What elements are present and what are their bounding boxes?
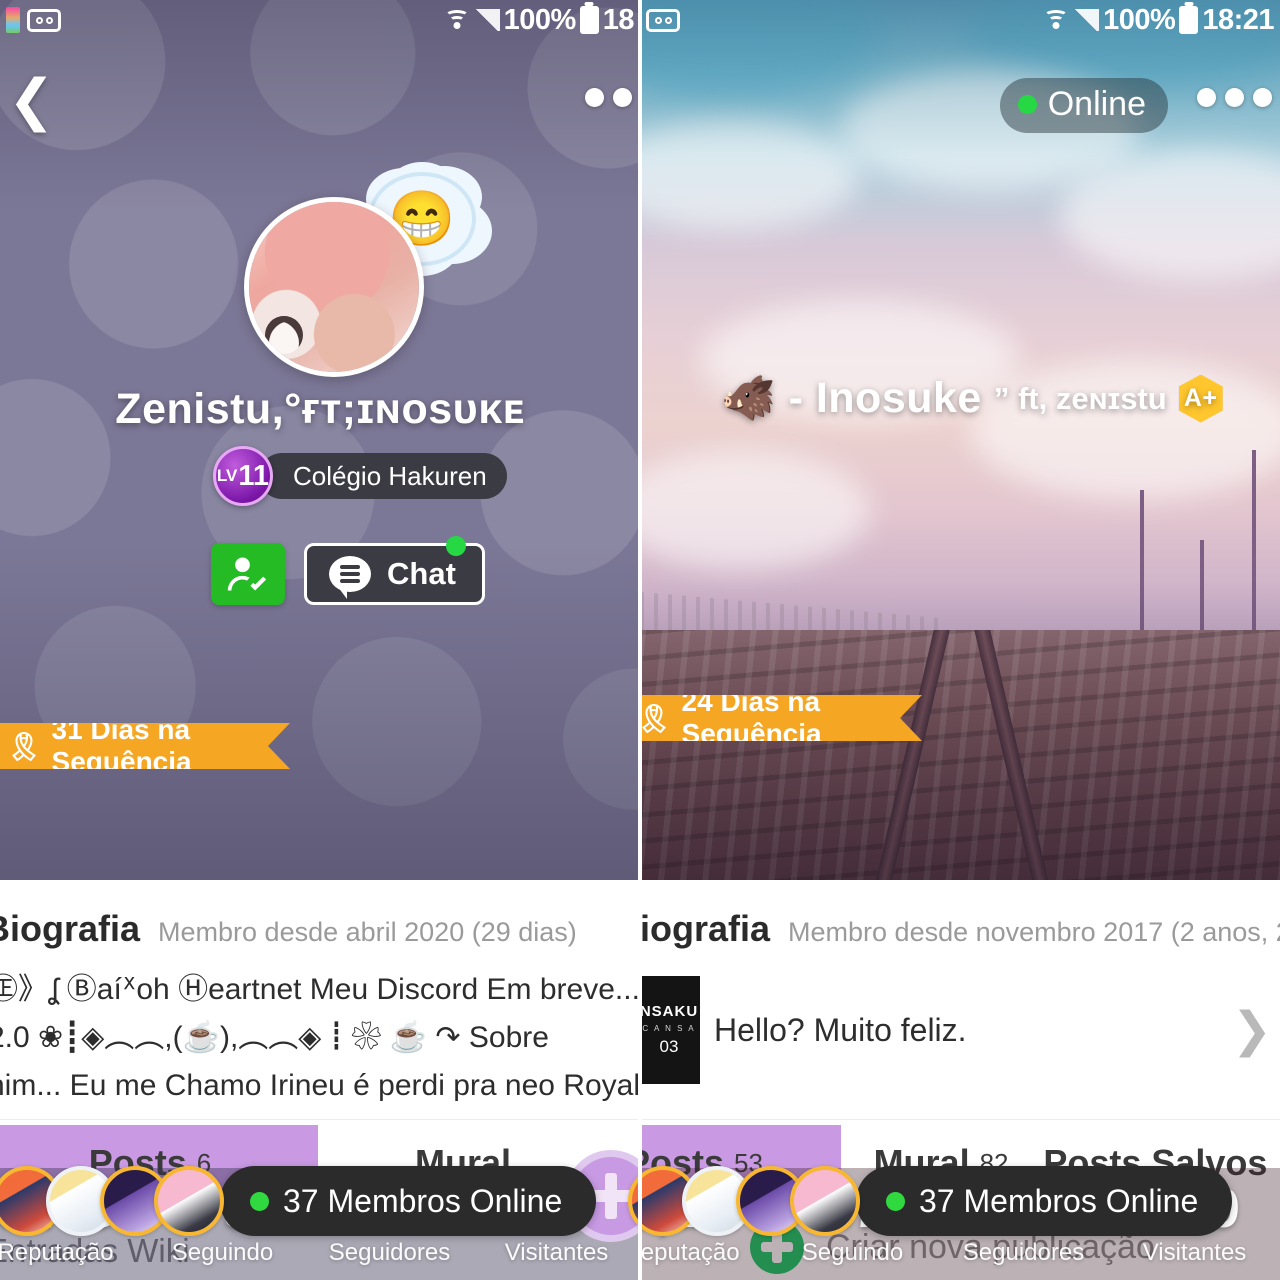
level-number: 11 xyxy=(238,459,270,492)
online-members-widget-left[interactable]: 37 Membros Online xyxy=(0,1166,597,1236)
app-notification-icon xyxy=(6,7,20,33)
community-name-track: Colégio Hakuren xyxy=(259,453,507,499)
biography-thumbnail[interactable]: NSAKU C A N S A 03 xyxy=(640,976,700,1084)
online-members-label: 37 Membros Online xyxy=(919,1182,1199,1219)
online-member-avatars[interactable] xyxy=(628,1166,860,1236)
cover-shade xyxy=(640,0,1280,880)
chat-online-indicator xyxy=(446,536,466,556)
member-avatar[interactable] xyxy=(154,1166,224,1236)
online-members-pill[interactable]: 37 Membros Online xyxy=(856,1166,1233,1236)
wifi-icon xyxy=(444,8,470,32)
user-check-icon xyxy=(227,557,267,591)
biography-title: Biografia xyxy=(640,908,771,949)
overflow-menu-button[interactable] xyxy=(585,88,632,107)
streak-banner-right: 🎗 24 Dias na Sequência xyxy=(640,695,922,741)
streak-label: 24 Dias na Sequência xyxy=(681,686,822,749)
clock: 18 xyxy=(602,3,635,36)
stat-label: Reputação xyxy=(640,1239,740,1266)
stat-label: Visitantes xyxy=(504,1239,609,1266)
screenshot-stage: 100% 18 ❮ 😁 Zenistu,°ғᴛ;ɪɴᴏsᴜᴋᴇ LV 11 Co… xyxy=(0,0,1280,1280)
online-members-widget-right[interactable]: 37 Membros Online xyxy=(628,1166,1233,1236)
biography-line-1: ㊣》ʆ Ⓑaíᕽoh Ⓗeartnet Meu Discord Em breve… xyxy=(0,973,640,1006)
ribbon-icon: 🎗 xyxy=(640,702,672,734)
chat-button-label: Chat xyxy=(387,556,456,591)
status-bar-left: 100% 18 xyxy=(0,0,640,40)
nickname-main: - Inosuke xyxy=(788,374,982,422)
profile-screen-left: 100% 18 ❮ 😁 Zenistu,°ғᴛ;ɪɴᴏsᴜᴋᴇ LV 11 Co… xyxy=(0,0,640,1280)
panel-divider xyxy=(638,0,642,1280)
biography-media-row[interactable]: NSAKU C A N S A 03 Hello? Muito feliz. ❯ xyxy=(640,976,1280,1084)
stat-label: Seguindo xyxy=(171,1239,274,1266)
online-dot-icon xyxy=(1017,95,1037,114)
online-dot-icon xyxy=(886,1191,905,1211)
avatar[interactable] xyxy=(244,197,424,377)
follow-user-button[interactable] xyxy=(211,543,285,605)
avatar-image xyxy=(249,202,419,372)
streak-label: 31 Dias na Sequência xyxy=(51,714,192,777)
battery-percent: 100% xyxy=(503,3,577,36)
thumb-line-2: C A N S A xyxy=(642,1024,696,1033)
member-since: Membro desde novembro 2017 (2 anos, 207 … xyxy=(788,917,1280,947)
stat-label: Visitantes xyxy=(1142,1239,1247,1266)
online-members-pill[interactable]: 37 Membros Online xyxy=(220,1166,597,1236)
boar-icon: 🐗 xyxy=(721,373,777,423)
voicemail-icon xyxy=(27,8,61,32)
stat-label: Seguindo xyxy=(801,1239,904,1266)
online-members-label: 37 Membros Online xyxy=(283,1182,563,1219)
signal-icon xyxy=(1073,9,1100,31)
clock: 18:21 xyxy=(1202,3,1274,36)
chat-bubble-icon xyxy=(329,556,371,599)
biography-header: Biografia Membro desde abril 2020 (29 di… xyxy=(0,880,640,950)
voicemail-icon xyxy=(646,8,680,32)
profile-nickname-right: 🐗 - Inosuke ” ft, zeɴɪstu A+ xyxy=(652,374,1280,423)
biography-media-caption: Hello? Muito feliz. xyxy=(714,1011,967,1048)
overflow-menu-button[interactable] xyxy=(1197,88,1272,107)
member-since: Membro desde abril 2020 (29 dias) xyxy=(158,917,577,947)
aminoplus-badge: A+ xyxy=(1178,374,1223,423)
status-bar-right: 100% 18:21 xyxy=(640,0,1280,40)
wifi-icon xyxy=(1043,8,1069,32)
level-bar-left[interactable]: LV 11 Colégio Hakuren xyxy=(213,446,507,506)
level-prefix: LV xyxy=(216,466,238,485)
online-member-avatars[interactable] xyxy=(0,1166,224,1236)
biography-section-right[interactable]: Biografia Membro desde novembro 2017 (2 … xyxy=(640,880,1280,1120)
online-status-badge[interactable]: Online xyxy=(999,78,1168,133)
biography-title: Biografia xyxy=(0,908,141,949)
profile-avatar-left[interactable] xyxy=(244,197,424,377)
level-badge: LV 11 xyxy=(213,446,273,506)
profile-cover-right xyxy=(640,0,1280,880)
biography-line-3: nim... Eu me Chamo Irineu é perdi pra ne… xyxy=(0,1069,640,1102)
stat-label: Seguidores xyxy=(962,1239,1085,1266)
thumb-line-1: NSAKU xyxy=(640,1003,699,1020)
profile-nickname: Zenistu,°ғᴛ;ɪɴᴏsᴜᴋᴇ xyxy=(115,385,525,433)
community-name: Colégio Hakuren xyxy=(293,460,487,491)
battery-icon xyxy=(1179,6,1199,34)
thumb-line-3: 03 xyxy=(659,1037,679,1056)
profile-screen-right: 100% 18:21 Online 👑 🐗 - Inosuke ” ft, ze… xyxy=(640,0,1280,1280)
biography-header: Biografia Membro desde novembro 2017 (2 … xyxy=(640,880,1280,950)
member-avatar[interactable] xyxy=(790,1166,860,1236)
chevron-right-icon[interactable]: ❯ xyxy=(1232,1002,1280,1058)
stat-label: Seguidores xyxy=(328,1239,451,1266)
biography-line-2: 2.0 ❀┋◈︵︵,(☕),︵︵◈┋❀ ☕ ↷ Sobre xyxy=(0,1021,549,1054)
battery-icon xyxy=(579,6,599,34)
stat-label: Reputação xyxy=(0,1239,114,1266)
online-dot-icon xyxy=(250,1191,269,1211)
online-status-label: Online xyxy=(1047,85,1146,123)
battery-percent: 100% xyxy=(1103,3,1176,36)
signal-icon xyxy=(473,9,500,31)
nickname-suffix: ” ft, zeɴɪstu xyxy=(993,380,1167,416)
streak-banner-left: 🎗 31 Dias na Sequência xyxy=(0,723,290,769)
ribbon-icon: 🎗 xyxy=(6,730,42,762)
back-button[interactable]: ❮ xyxy=(8,72,64,134)
biography-section-left[interactable]: Biografia Membro desde abril 2020 (29 di… xyxy=(0,880,640,1120)
